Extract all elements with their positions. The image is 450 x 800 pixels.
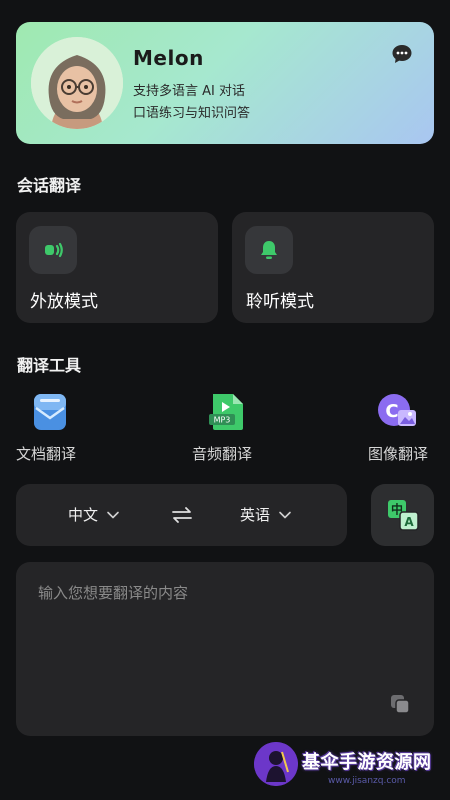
mp3-file-icon: MP3 — [207, 390, 247, 432]
watermark-url: www.jisanzq.com — [328, 776, 406, 786]
translation-input[interactable] — [16, 562, 434, 736]
watermark-logo-icon — [254, 742, 298, 786]
image-icon: C — [376, 390, 416, 432]
watermark: 基伞手游资源网 www.jisanzq.com — [254, 742, 444, 794]
section-title-tools: 翻译工具 — [17, 356, 82, 375]
copy-icon[interactable] — [388, 692, 412, 716]
tool-image-translate[interactable]: C 图像翻译 — [368, 390, 450, 465]
language-selector-bar: 中文 英语 — [16, 484, 347, 546]
translation-input-box — [16, 562, 434, 736]
tool-document-label: 文档翻译 — [16, 445, 77, 463]
tool-audio-translate[interactable]: MP3 音频翻译 — [192, 390, 282, 465]
section-title-conversation: 会话翻译 — [17, 176, 82, 195]
source-language-select[interactable]: 中文 — [68, 504, 120, 525]
tool-document-translate[interactable]: 文档翻译 — [16, 390, 106, 465]
bell-icon — [245, 226, 293, 274]
profile-description-2: 口语练习与知识问答 — [133, 106, 251, 121]
svg-text:C: C — [385, 401, 398, 422]
tool-audio-label: 音频翻译 — [192, 445, 253, 463]
chevron-down-icon — [279, 511, 291, 518]
tool-image-label: 图像翻译 — [368, 445, 429, 463]
listen-mode-card[interactable]: 聆听模式 — [232, 212, 434, 323]
document-mail-icon — [30, 390, 70, 432]
target-language-select[interactable]: 英语 — [240, 504, 292, 525]
speaker-mode-card[interactable]: 外放模式 — [16, 212, 218, 323]
svg-text:MP3: MP3 — [214, 416, 231, 425]
speaker-icon — [29, 226, 77, 274]
watermark-text: 基伞手游资源网 — [302, 752, 432, 773]
translate-button[interactable]: 中 A — [371, 484, 434, 546]
avatar — [31, 37, 123, 129]
translate-glyph-bottom: A — [404, 515, 414, 529]
listen-mode-label: 聆听模式 — [246, 292, 314, 312]
speaker-mode-label: 外放模式 — [30, 292, 98, 312]
profile-card: Melon 支持多语言 AI 对话 口语练习与知识问答 — [16, 22, 434, 144]
profile-name: Melon — [133, 46, 204, 70]
chevron-down-icon — [107, 511, 119, 518]
target-language-label: 英语 — [240, 506, 271, 524]
source-language-label: 中文 — [68, 506, 99, 524]
profile-description-1: 支持多语言 AI 对话 — [133, 84, 245, 99]
swap-languages-icon[interactable] — [170, 503, 194, 527]
translate-icon: 中 A — [387, 500, 419, 531]
chat-bubble-icon[interactable] — [390, 42, 414, 66]
